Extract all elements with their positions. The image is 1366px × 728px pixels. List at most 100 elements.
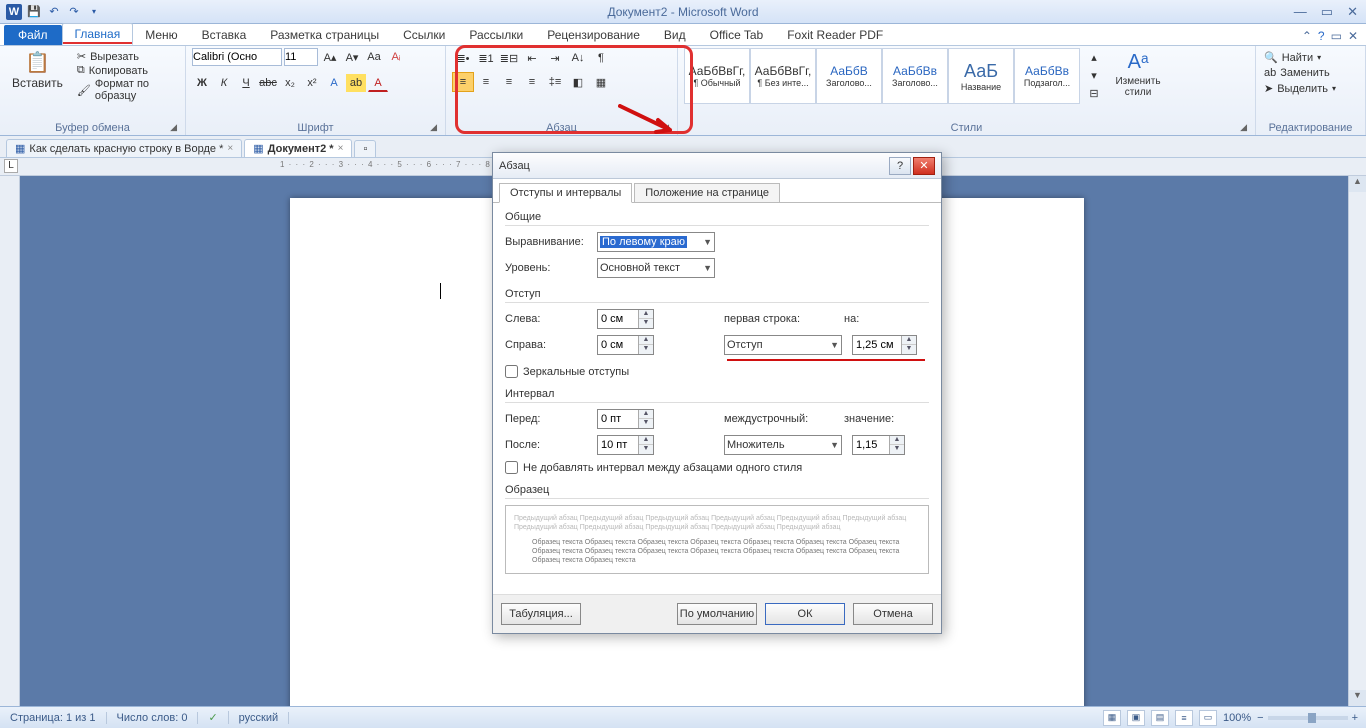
copy-button[interactable]: ⧉Копировать bbox=[73, 64, 179, 77]
close-tab-icon[interactable]: × bbox=[227, 143, 233, 154]
redo-icon[interactable]: ↷ bbox=[66, 4, 82, 20]
shrink-font-button[interactable]: A▾ bbox=[342, 48, 362, 66]
new-tab-button[interactable]: ▫ bbox=[354, 140, 376, 157]
show-marks-button[interactable]: ¶ bbox=[590, 48, 612, 68]
tab-review[interactable]: Рецензирование bbox=[535, 25, 652, 45]
style-item-1[interactable]: АаБбВвГг,¶ Без инте... bbox=[750, 48, 816, 104]
bold-button[interactable]: Ж bbox=[192, 74, 212, 92]
close-tab-icon[interactable]: × bbox=[338, 143, 344, 154]
zoom-out-button[interactable]: − bbox=[1257, 712, 1263, 724]
close-button[interactable]: ✕ bbox=[1343, 4, 1362, 20]
font-launcher[interactable]: ◢ bbox=[430, 122, 437, 133]
view-draft[interactable]: ▭ bbox=[1199, 710, 1217, 726]
tab-line-page-breaks[interactable]: Положение на странице bbox=[634, 183, 780, 203]
win-close-icon[interactable]: ✕ bbox=[1348, 29, 1358, 43]
scroll-up-icon[interactable]: ▲ bbox=[1349, 176, 1366, 192]
tab-layout[interactable]: Разметка страницы bbox=[258, 25, 391, 45]
paragraph-launcher[interactable]: ◢ bbox=[662, 122, 669, 133]
line-spacing-select[interactable]: Множитель▼ bbox=[724, 435, 842, 455]
tab-mailings[interactable]: Рассылки bbox=[457, 25, 535, 45]
status-page[interactable]: Страница: 1 из 1 bbox=[0, 712, 107, 724]
dialog-titlebar[interactable]: Абзац ? ✕ bbox=[493, 153, 941, 179]
tab-view[interactable]: Вид bbox=[652, 25, 698, 45]
highlight-button[interactable]: ab bbox=[346, 74, 366, 92]
view-outline[interactable]: ≡ bbox=[1175, 710, 1193, 726]
indent-left-input[interactable]: ▲▼ bbox=[597, 309, 654, 329]
clipboard-launcher[interactable]: ◢ bbox=[170, 122, 177, 133]
clear-formatting-button[interactable]: Aᵢ bbox=[386, 48, 406, 66]
tabs-button[interactable]: Табуляция... bbox=[501, 603, 581, 625]
replace-button[interactable]: abЗаменить bbox=[1262, 66, 1338, 80]
style-item-0[interactable]: АаБбВвГг,¶ Обычный bbox=[684, 48, 750, 104]
styles-scroll-down[interactable]: ▾ bbox=[1084, 66, 1104, 84]
styles-gallery[interactable]: АаБбВвГг,¶ ОбычныйАаБбВвГг,¶ Без инте...… bbox=[684, 48, 1080, 104]
undo-icon[interactable]: ↶ bbox=[46, 4, 62, 20]
strike-button[interactable]: abc bbox=[258, 74, 278, 92]
outline-level-select[interactable]: Основной текст▼ bbox=[597, 258, 715, 278]
view-web[interactable]: ▤ bbox=[1151, 710, 1169, 726]
styles-more[interactable]: ⊟ bbox=[1084, 84, 1104, 102]
underline-button[interactable]: Ч bbox=[236, 74, 256, 92]
line-spacing-button[interactable]: ‡≡ bbox=[544, 72, 566, 92]
change-case-button[interactable]: Aa bbox=[364, 48, 384, 66]
minimize-button[interactable]: — bbox=[1290, 4, 1311, 20]
vertical-ruler[interactable] bbox=[0, 176, 20, 706]
indent-by-input[interactable]: ▲▼ bbox=[852, 335, 917, 355]
view-print-layout[interactable]: ▦ bbox=[1103, 710, 1121, 726]
alignment-select[interactable]: По левому краю▼ bbox=[597, 232, 715, 252]
zoom-in-button[interactable]: + bbox=[1352, 712, 1358, 724]
indent-right-input[interactable]: ▲▼ bbox=[597, 335, 654, 355]
dialog-help-button[interactable]: ? bbox=[889, 157, 911, 175]
tab-menu[interactable]: Меню bbox=[133, 25, 189, 45]
paste-button[interactable]: 📋 Вставить bbox=[6, 48, 69, 92]
font-name-input[interactable] bbox=[192, 48, 282, 66]
style-item-5[interactable]: АаБбВвПодзагол... bbox=[1014, 48, 1080, 104]
cut-button[interactable]: ✂Вырезать bbox=[73, 50, 179, 63]
tab-insert[interactable]: Вставка bbox=[190, 25, 259, 45]
select-button[interactable]: ➤Выделить▾ bbox=[1262, 81, 1338, 96]
mirror-indents-checkbox[interactable]: Зеркальные отступы bbox=[505, 365, 929, 378]
ok-button[interactable]: ОК bbox=[765, 603, 845, 625]
align-right-button[interactable]: ≡ bbox=[498, 72, 520, 92]
ribbon-minimize-icon[interactable]: ⌃ bbox=[1302, 29, 1312, 43]
status-language[interactable]: русский bbox=[229, 712, 289, 724]
file-tab[interactable]: Файл bbox=[4, 25, 62, 45]
doc-tab-2[interactable]: ▦Документ2 *× bbox=[244, 139, 352, 157]
increase-indent-button[interactable]: ⇥ bbox=[544, 48, 566, 68]
multilevel-list-button[interactable]: ≣⊟ bbox=[498, 48, 520, 68]
tab-references[interactable]: Ссылки bbox=[391, 25, 457, 45]
bullets-button[interactable]: ≣• bbox=[452, 48, 474, 68]
tab-selector[interactable]: L bbox=[4, 159, 18, 173]
qat-more-icon[interactable]: ▾ bbox=[86, 4, 102, 20]
save-icon[interactable]: 💾 bbox=[26, 4, 42, 20]
space-after-input[interactable]: ▲▼ bbox=[597, 435, 654, 455]
align-left-button[interactable]: ≡ bbox=[452, 72, 474, 92]
tab-indents-spacing[interactable]: Отступы и интервалы bbox=[499, 183, 632, 203]
styles-scroll-up[interactable]: ▴ bbox=[1084, 48, 1104, 66]
style-item-2[interactable]: АаБбВЗаголово... bbox=[816, 48, 882, 104]
sort-button[interactable]: A↓ bbox=[567, 48, 589, 68]
decrease-indent-button[interactable]: ⇤ bbox=[521, 48, 543, 68]
zoom-value[interactable]: 100% bbox=[1223, 712, 1251, 724]
vertical-scrollbar[interactable]: ▲ ▼ bbox=[1348, 176, 1366, 706]
change-styles-button[interactable]: Aᵃ Изменить стили bbox=[1108, 48, 1168, 100]
font-size-input[interactable] bbox=[284, 48, 318, 66]
space-before-input[interactable]: ▲▼ bbox=[597, 409, 654, 429]
find-button[interactable]: 🔍Найти▾ bbox=[1262, 50, 1338, 65]
doc-tab-1[interactable]: ▦Как сделать красную строку в Ворде *× bbox=[6, 139, 242, 157]
numbering-button[interactable]: ≣1 bbox=[475, 48, 497, 68]
tab-foxit[interactable]: Foxit Reader PDF bbox=[775, 25, 895, 45]
view-fullscreen[interactable]: ▣ bbox=[1127, 710, 1145, 726]
font-color-button[interactable]: A bbox=[368, 74, 388, 92]
subscript-button[interactable]: x₂ bbox=[280, 74, 300, 92]
style-item-4[interactable]: АаБНазвание bbox=[948, 48, 1014, 104]
tab-home[interactable]: Главная bbox=[62, 23, 134, 45]
status-words[interactable]: Число слов: 0 bbox=[107, 712, 199, 724]
status-proofing[interactable]: ✓ bbox=[198, 711, 228, 724]
maximize-button[interactable]: ▭ bbox=[1317, 4, 1337, 20]
first-line-select[interactable]: Отступ▼ bbox=[724, 335, 842, 355]
no-space-same-style-checkbox[interactable]: Не добавлять интервал между абзацами одн… bbox=[505, 461, 929, 474]
grow-font-button[interactable]: A▴ bbox=[320, 48, 340, 66]
text-effects-button[interactable]: A bbox=[324, 74, 344, 92]
cancel-button[interactable]: Отмена bbox=[853, 603, 933, 625]
